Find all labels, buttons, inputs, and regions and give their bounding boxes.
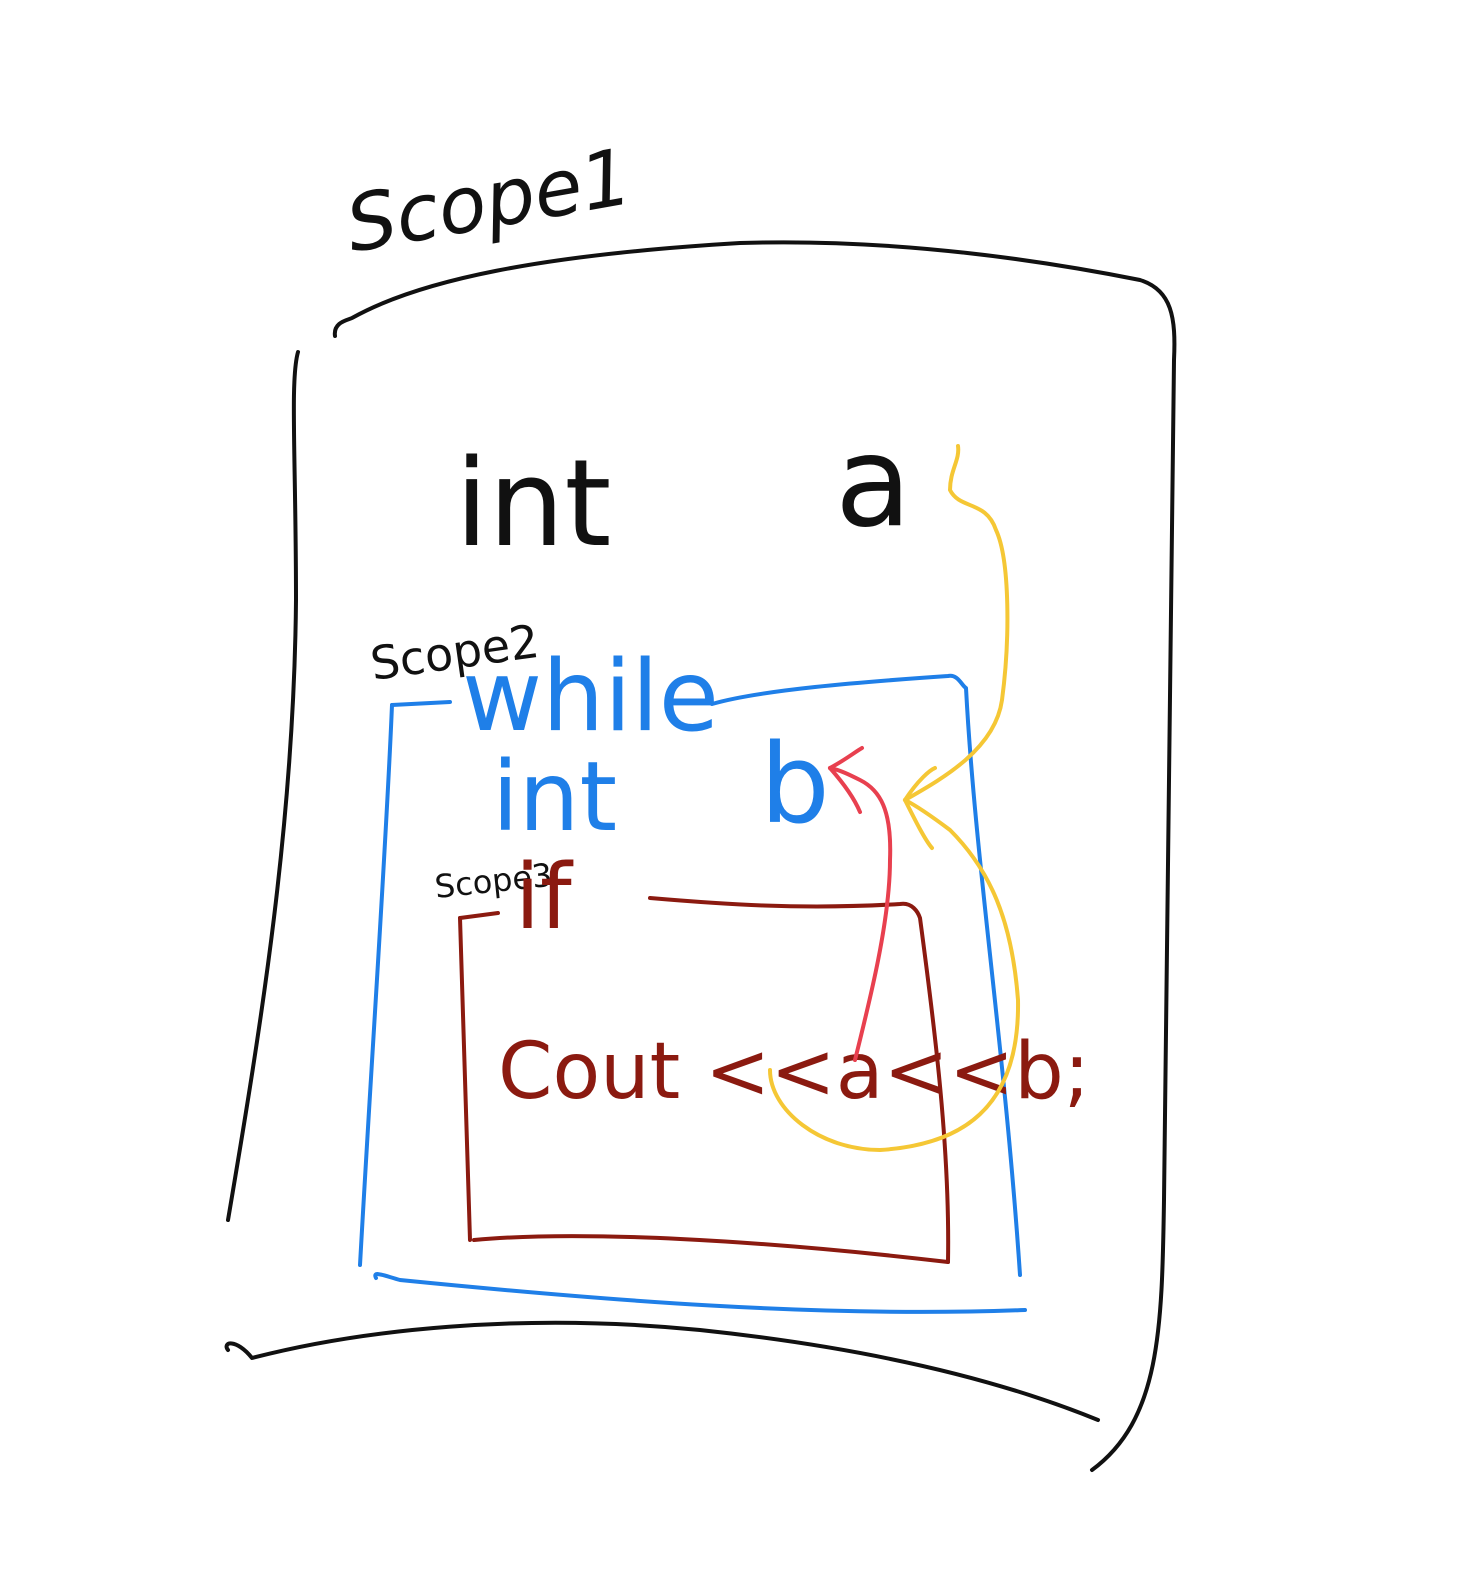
scope-diagram-svg: Scope1 int a Scope2 while int b Scope3 i…	[224, 132, 1177, 1472]
scope-diagram: Scope1 int a Scope2 while int b Scope3 i…	[0, 0, 1482, 1587]
scope2-type-keyword: int	[492, 741, 617, 853]
scope3-statement: Cout <<a<<b;	[498, 1027, 1090, 1117]
scope2-keyword: while	[462, 640, 719, 754]
scope1-type-keyword: int	[455, 435, 611, 574]
scope1-label: Scope1	[340, 132, 639, 271]
scope1-variable: a	[835, 410, 912, 555]
scope2-box	[358, 673, 1027, 1314]
scope3-keyword: if	[515, 845, 574, 950]
scope1-box	[224, 240, 1177, 1472]
scope2-variable: b	[760, 720, 830, 848]
